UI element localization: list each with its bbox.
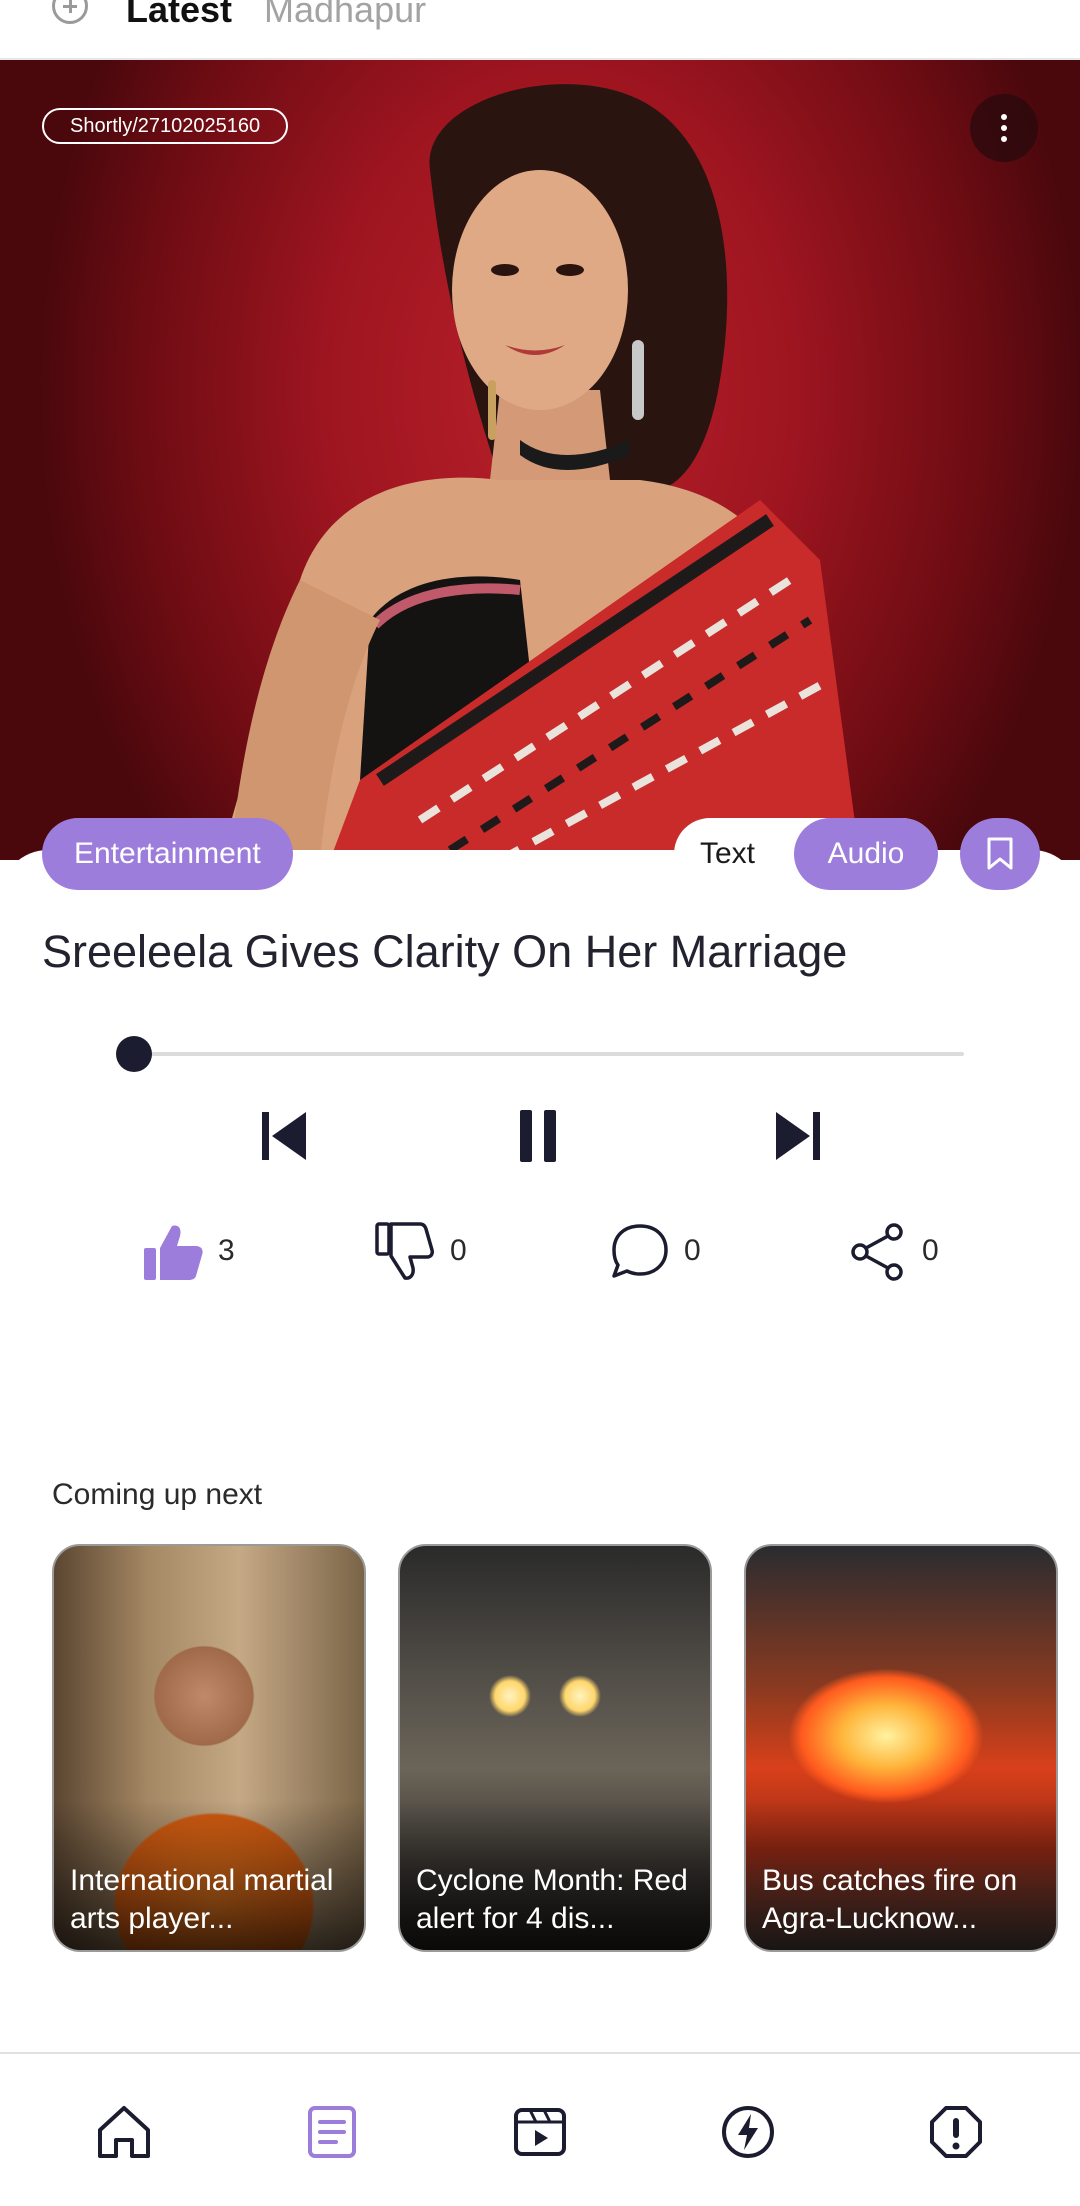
next-button[interactable] bbox=[768, 1106, 828, 1166]
bookmark-icon bbox=[987, 837, 1013, 870]
mode-audio-button[interactable]: Audio bbox=[794, 818, 938, 890]
nav-report[interactable] bbox=[926, 2102, 986, 2162]
video-icon bbox=[514, 2108, 566, 2156]
up-next-card[interactable]: International martial arts player... bbox=[52, 1544, 366, 1952]
nav-home[interactable] bbox=[94, 2102, 154, 2162]
skip-next-icon bbox=[776, 1112, 820, 1160]
up-next-card-title: International martial arts player... bbox=[70, 1864, 334, 1935]
home-icon bbox=[98, 2106, 150, 2158]
comment-icon bbox=[612, 1224, 668, 1278]
more-dot-icon bbox=[1001, 125, 1007, 131]
pause-button[interactable] bbox=[508, 1106, 568, 1166]
up-next-card[interactable]: Bus catches fire on Agra-Lucknow... bbox=[744, 1544, 1058, 1952]
more-options-button[interactable] bbox=[970, 94, 1038, 162]
dislike-count: 0 bbox=[450, 1234, 467, 1267]
nav-flash[interactable] bbox=[718, 2102, 778, 2162]
like-count: 3 bbox=[218, 1234, 235, 1267]
mode-text-button[interactable]: Text bbox=[700, 818, 755, 890]
pause-icon bbox=[520, 1110, 556, 1162]
skip-previous-icon bbox=[262, 1112, 306, 1160]
report-icon bbox=[930, 2106, 982, 2158]
share-count: 0 bbox=[922, 1234, 939, 1267]
top-tab-bar: Latest Madhapur bbox=[0, 0, 1080, 60]
more-dot-icon bbox=[1001, 136, 1007, 142]
hero-image: Shortly/27102025160 bbox=[0, 60, 1080, 860]
comment-count: 0 bbox=[684, 1234, 701, 1267]
hero-illustration bbox=[220, 84, 860, 860]
previous-button[interactable] bbox=[254, 1106, 314, 1166]
bookmark-button[interactable] bbox=[960, 818, 1040, 890]
nav-video[interactable] bbox=[510, 2102, 570, 2162]
more-dot-icon bbox=[1001, 114, 1007, 120]
share-icon bbox=[851, 1223, 903, 1281]
tab-latest[interactable]: Latest bbox=[126, 0, 232, 30]
flash-icon bbox=[722, 2106, 774, 2158]
article-headline: Sreeleela Gives Clarity On Her Marriage bbox=[42, 926, 848, 977]
read-mode-toggle: Text Audio bbox=[674, 818, 938, 890]
article-screen: Latest Madhapur Shortly/27102025160 Ente… bbox=[0, 0, 1080, 2206]
thumbs-up-icon bbox=[144, 1225, 203, 1280]
news-icon bbox=[308, 2106, 356, 2158]
source-id-chip: Shortly/27102025160 bbox=[42, 108, 289, 144]
add-location-icon[interactable] bbox=[52, 0, 88, 24]
thumbs-down-icon bbox=[375, 1222, 434, 1280]
nav-news[interactable] bbox=[302, 2102, 362, 2162]
up-next-card[interactable]: Cyclone Month: Red alert for 4 dis... bbox=[398, 1544, 712, 1952]
audio-progress-track[interactable] bbox=[118, 1052, 964, 1056]
up-next-card-title: Cyclone Month: Red alert for 4 dis... bbox=[416, 1864, 688, 1935]
audio-progress-thumb[interactable] bbox=[116, 1036, 152, 1072]
category-pill[interactable]: Entertainment bbox=[42, 818, 293, 890]
bottom-navigation bbox=[0, 2052, 1080, 2206]
up-next-heading: Coming up next bbox=[52, 1478, 263, 1511]
tab-location[interactable]: Madhapur bbox=[264, 0, 426, 30]
up-next-card-title: Bus catches fire on Agra-Lucknow... bbox=[762, 1864, 1018, 1935]
